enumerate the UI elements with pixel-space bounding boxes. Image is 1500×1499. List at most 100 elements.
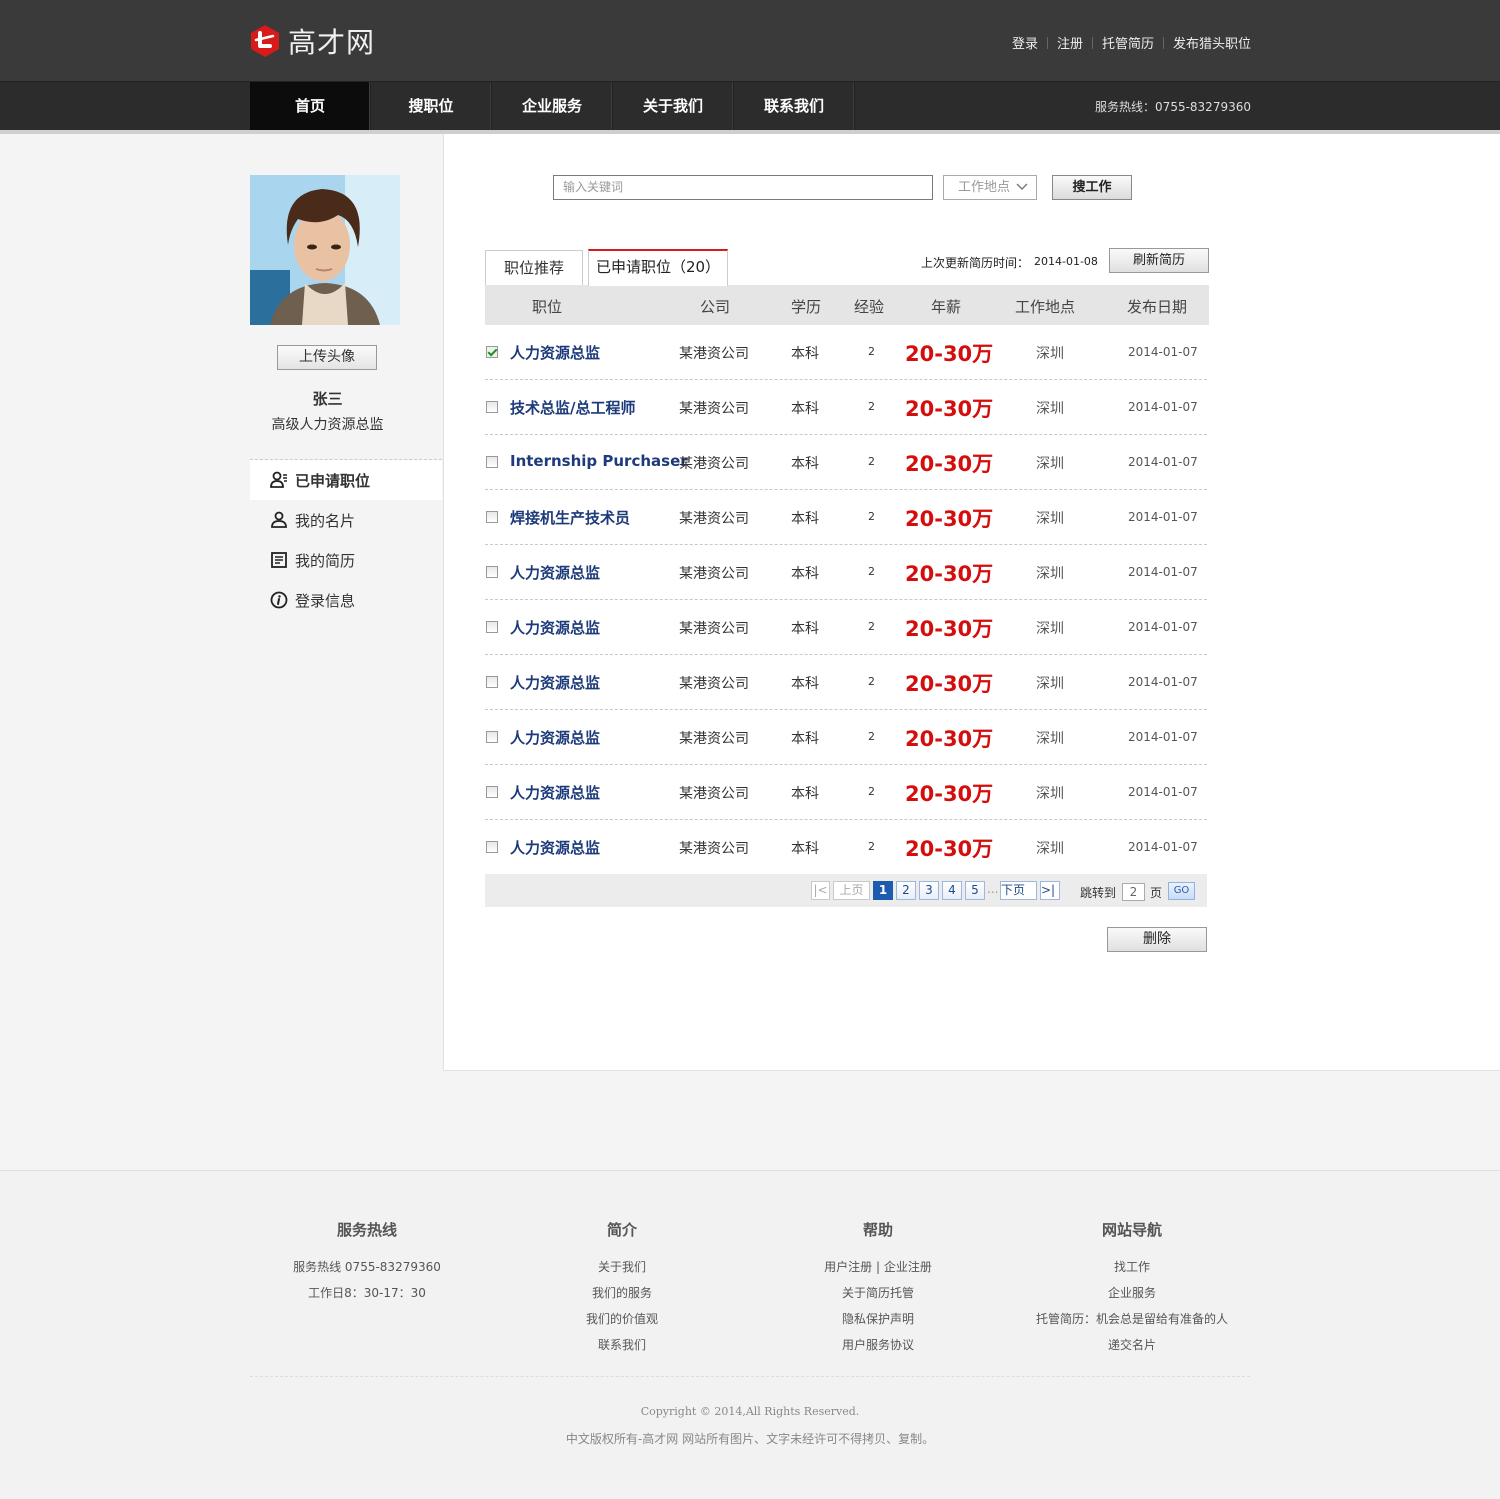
job-location: 深圳 [1036,841,1064,857]
login-link[interactable]: 登录 [1012,33,1038,52]
jump-page-input[interactable]: 2 [1122,883,1145,901]
job-salary: 20-30万 [905,562,994,586]
job-company: 某港资公司 [679,566,749,582]
footer-col-title: 网站导航 [1101,1221,1162,1239]
job-date: 2014-01-07 [1128,785,1198,799]
row-checkbox[interactable] [486,401,498,413]
footer-link[interactable]: 托管简历：机会总是留给有准备的人 [1002,1306,1262,1332]
job-title-link[interactable]: 人力资源总监 [510,782,600,803]
job-date: 2014-01-07 [1128,675,1198,689]
search-jobs-button[interactable]: 搜工作 [1052,175,1132,200]
footer-link[interactable]: 我们的服务 [492,1280,752,1306]
footer-hotline-text: 服务热线 0755-83279360 [293,1260,441,1274]
delete-button[interactable]: 删除 [1107,927,1207,952]
avatar [250,175,400,325]
search-input[interactable]: 输入关键词 [553,175,933,200]
footer-link[interactable]: 用户服务协议 [748,1332,1008,1358]
table-row: Internship Purchaser 某港资公司 本科 2 20-30万 深圳 2014… [485,435,1207,490]
footer-link[interactable]: 找工作 [1002,1254,1262,1280]
document-icon [271,552,287,568]
job-date: 2014-01-07 [1128,840,1198,854]
footer-col-help: 帮助 用户注册 | 企业注册 关于简历托管 隐私保护声明 用户服务协议 [748,1219,1008,1358]
divider [250,1376,1250,1377]
register-link[interactable]: 注册 [1057,33,1083,52]
nav-contact-us[interactable]: 联系我们 [734,82,855,130]
last-page-button[interactable]: >| [1040,881,1060,900]
sidebar-item-applied-jobs[interactable]: 已申请职位 [250,460,442,500]
post-headhunter-job-link[interactable]: 发布猎头职位 [1173,33,1251,52]
nav-search-jobs[interactable]: 搜职位 [371,82,492,130]
table-header: 职位 公司 学历 经验 年薪 工作地点 发布日期 [485,285,1209,325]
page-1-button[interactable]: 1 [873,881,893,900]
tab-applied-jobs[interactable]: 已申请职位（20） [588,249,728,286]
page-4-button[interactable]: 4 [942,881,962,900]
footer-link[interactable]: 联系我们 [492,1332,752,1358]
row-checkbox[interactable] [486,566,498,578]
go-button[interactable]: GO [1168,882,1195,900]
footer-link[interactable]: 用户注册 | 企业注册 [748,1254,1008,1280]
row-checkbox[interactable] [486,621,498,633]
location-select[interactable]: 工作地点 [943,175,1037,200]
footer-workhours-text: 工作日8：30-17：30 [308,1286,426,1300]
job-location: 深圳 [1036,346,1064,362]
job-title-link[interactable]: 人力资源总监 [510,617,600,638]
row-checkbox[interactable] [486,786,498,798]
job-experience: 2 [868,400,875,413]
nav-home[interactable]: 首页 [250,82,371,130]
job-title-link[interactable]: 人力资源总监 [510,342,600,363]
job-title-link[interactable]: 技术总监/总工程师 [510,397,635,418]
job-location: 深圳 [1036,511,1064,527]
row-checkbox[interactable] [486,511,498,523]
row-checkbox[interactable] [486,456,498,468]
job-title-link[interactable]: 人力资源总监 [510,672,600,693]
site-logo[interactable]: 高才网 [250,24,375,59]
upload-avatar-button[interactable]: 上传头像 [277,345,377,370]
footer-link[interactable]: 企业服务 [1002,1280,1262,1306]
divider [1046,36,1048,49]
sidebar-item-my-resume[interactable]: 我的简历 [250,540,442,580]
divider [1091,36,1093,49]
page-5-button[interactable]: 5 [965,881,985,900]
prev-page-button[interactable]: 上页 [833,881,870,900]
footer-link[interactable]: 关于简历托管 [748,1280,1008,1306]
job-education: 本科 [791,401,819,417]
nav-about-us[interactable]: 关于我们 [613,82,734,130]
job-title-link[interactable]: 人力资源总监 [510,837,600,858]
first-page-button[interactable]: |< [811,881,830,900]
footer-link[interactable]: 关于我们 [492,1254,752,1280]
row-checkbox[interactable] [486,676,498,688]
job-title-link[interactable]: Internship Purchaser [510,452,688,470]
sidebar-item-my-card[interactable]: 我的名片 [250,500,442,540]
job-company: 某港资公司 [679,401,749,417]
job-date: 2014-01-07 [1128,565,1198,579]
job-education: 本科 [791,566,819,582]
refresh-resume-button[interactable]: 刷新简历 [1109,248,1209,273]
job-title-link[interactable]: 人力资源总监 [510,727,600,748]
job-experience: 2 [868,675,875,688]
job-salary: 20-30万 [905,507,994,531]
main-nav: 首页 搜职位 企业服务 关于我们 联系我们 [250,82,855,130]
page-3-button[interactable]: 3 [919,881,939,900]
nav-enterprise-service[interactable]: 企业服务 [492,82,613,130]
col-header-salary: 年薪 [931,298,962,316]
job-title-link[interactable]: 焊接机生产技术员 [510,507,630,528]
row-checkbox[interactable] [486,841,498,853]
job-title-link[interactable]: 人力资源总监 [510,562,600,583]
job-salary: 20-30万 [905,727,994,751]
footer-link[interactable]: 隐私保护声明 [748,1306,1008,1332]
job-experience: 2 [868,730,875,743]
tab-recommended-jobs[interactable]: 职位推荐 [485,250,583,285]
row-checkbox[interactable] [486,346,498,358]
job-experience: 2 [868,565,875,578]
job-company: 某港资公司 [679,731,749,747]
page-2-button[interactable]: 2 [896,881,916,900]
job-salary: 20-30万 [905,782,994,806]
job-education: 本科 [791,786,819,802]
next-page-button[interactable]: 下页 [1000,881,1037,900]
footer-link[interactable]: 我们的价值观 [492,1306,752,1332]
host-resume-link[interactable]: 托管简历 [1102,33,1154,52]
footer-link[interactable]: 递交名片 [1002,1332,1262,1358]
sidebar-item-login-info[interactable]: 登录信息 [250,580,442,620]
table-row: 人力资源总监 某港资公司 本科 2 20-30万 深圳 2014-01-07 [485,820,1207,875]
row-checkbox[interactable] [486,731,498,743]
